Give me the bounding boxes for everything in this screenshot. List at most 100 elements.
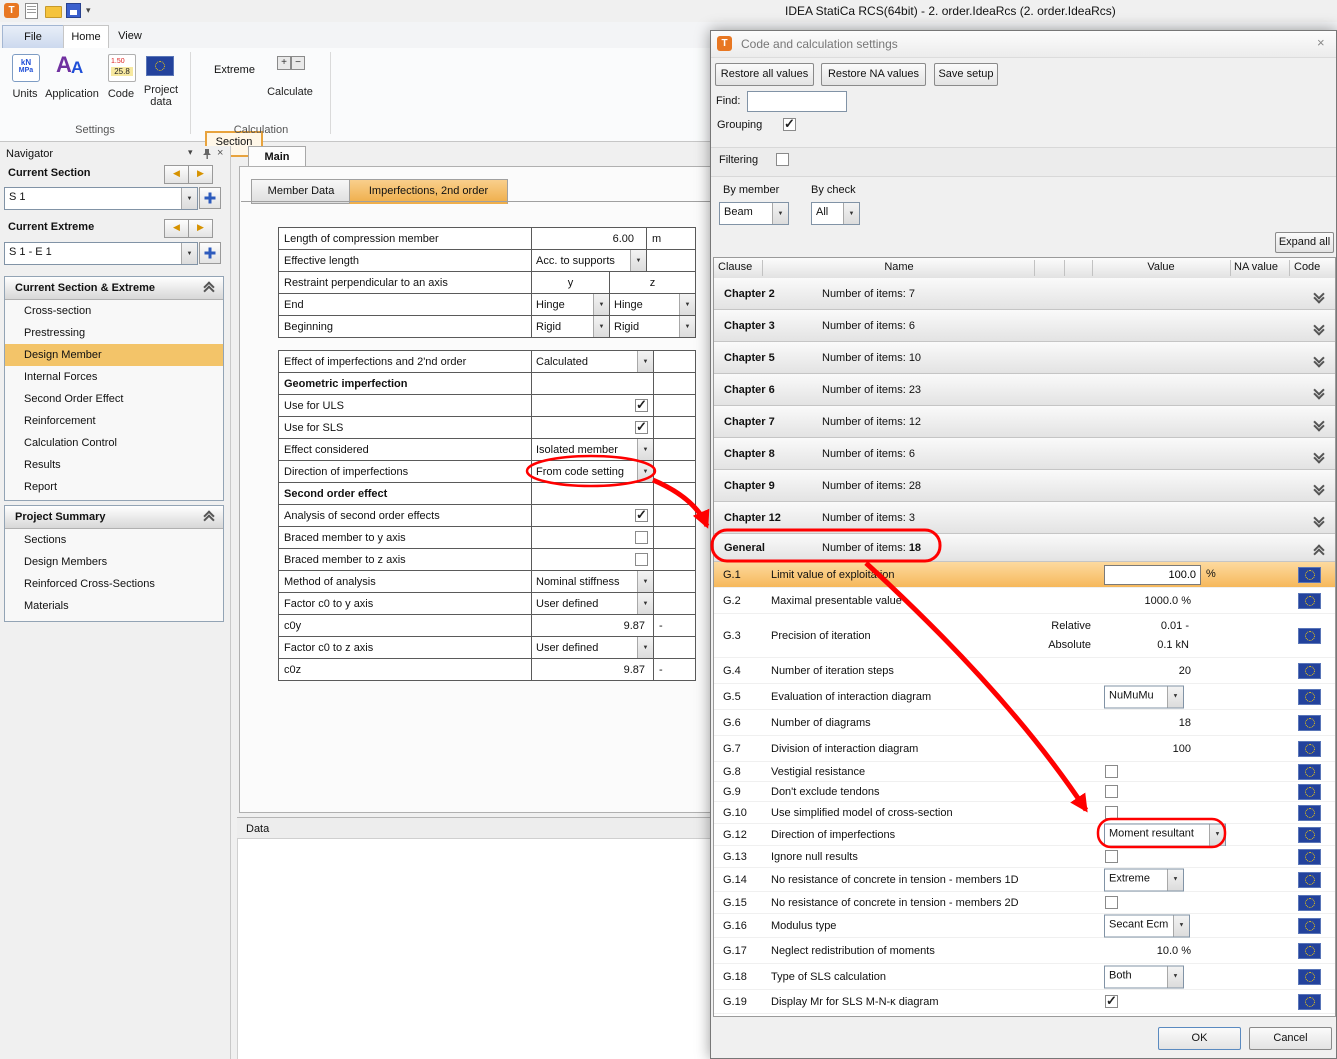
setting-row-g2[interactable]: G.2Maximal presentable value 1000.0 % [714, 588, 1335, 614]
chapter-row-6[interactable]: Chapter 6Number of items: 23 [714, 374, 1335, 406]
setting-row-g13[interactable]: G.13Ignore null results [714, 846, 1335, 868]
column-name[interactable]: Name [764, 261, 1034, 273]
column-code[interactable]: Code [1294, 261, 1320, 273]
navigator-close-icon[interactable]: × [217, 147, 223, 159]
sidebar-item-prestressing[interactable]: Prestressing [5, 322, 223, 344]
cancel-button[interactable]: Cancel [1249, 1027, 1332, 1050]
chapter-row-12[interactable]: Chapter 12Number of items: 3 [714, 502, 1335, 534]
effective-length-dropdown[interactable]: Acc. to supports [532, 250, 647, 272]
eu-flag-icon[interactable] [1298, 663, 1321, 679]
sls-calculation-dropdown[interactable]: Both [1104, 965, 1184, 988]
setting-row-g15[interactable]: G.15No resistance of concrete in tension… [714, 892, 1335, 914]
new-file-icon[interactable] [25, 3, 38, 19]
setting-row-g6[interactable]: G.6Number of diagrams 18 [714, 710, 1335, 736]
eu-flag-icon[interactable] [1298, 741, 1321, 757]
restore-all-values-button[interactable]: Restore all values [715, 63, 814, 86]
sidebar-item-cross-section[interactable]: Cross-section [5, 300, 223, 322]
chapter-row-7[interactable]: Chapter 7Number of items: 12 [714, 406, 1335, 438]
setting-value[interactable]: 1000.0 % [1145, 595, 1191, 607]
previous-section-button[interactable] [164, 165, 189, 184]
eu-flag-icon[interactable] [1298, 628, 1321, 644]
double-chevron-down-icon[interactable] [1315, 290, 1323, 298]
setting-row-g9[interactable]: G.9Don't exclude tendons [714, 782, 1335, 802]
factor-c0-y-dropdown[interactable]: User defined [532, 593, 654, 615]
end-z-dropdown[interactable]: Hinge [610, 294, 696, 316]
current-extreme-select[interactable]: S 1 - E 1 [4, 242, 198, 265]
grouping-checkbox[interactable] [783, 118, 796, 131]
sidebar-item-internal-forces[interactable]: Internal Forces [5, 366, 223, 388]
setting-row-g10[interactable]: G.10Use simplified model of cross-sectio… [714, 802, 1335, 824]
tab-home[interactable]: Home [63, 25, 109, 49]
units-button[interactable]: Units [4, 88, 46, 100]
restore-na-values-button[interactable]: Restore NA values [821, 63, 926, 86]
sidebar-item-sections[interactable]: Sections [5, 529, 223, 551]
double-chevron-up-icon[interactable] [205, 512, 213, 520]
expand-all-button[interactable]: Expand all [1275, 232, 1334, 253]
quick-access-caret-icon[interactable] [86, 4, 91, 16]
eu-flag-icon[interactable] [1298, 849, 1321, 865]
sidebar-item-design-members[interactable]: Design Members [5, 551, 223, 573]
setting-row-g12[interactable]: G.12Direction of imperfections Moment re… [714, 824, 1335, 846]
previous-extreme-button[interactable] [164, 219, 189, 238]
chapter-row-3[interactable]: Chapter 3Number of items: 6 [714, 310, 1335, 342]
filtering-checkbox[interactable] [776, 153, 789, 166]
modulus-type-dropdown[interactable]: Secant Ecm [1104, 914, 1190, 937]
setting-value[interactable]: 10.0 % [1157, 945, 1191, 957]
chapter-row-5[interactable]: Chapter 5Number of items: 10 [714, 342, 1335, 374]
tab-view[interactable]: View [108, 25, 152, 47]
sidebar-item-report[interactable]: Report [5, 476, 223, 498]
tab-main[interactable]: Main [248, 146, 306, 168]
save-icon[interactable] [66, 3, 81, 18]
setting-row-g14[interactable]: G.14No resistance of concrete in tension… [714, 868, 1335, 892]
no-tension-2d-checkbox[interactable] [1105, 896, 1118, 909]
analysis-checkbox[interactable] [635, 509, 648, 522]
setting-row-g7[interactable]: G.7Division of interaction diagram 100 [714, 736, 1335, 762]
code-button[interactable]: Code [104, 88, 138, 100]
eu-flag-icon[interactable] [1298, 895, 1321, 911]
dialog-title-bar[interactable]: T Code and calculation settings × [711, 31, 1336, 58]
eu-flag-icon[interactable] [1298, 872, 1321, 888]
setting-row-g5[interactable]: G.5Evaluation of interaction diagram NuM… [714, 684, 1335, 710]
end-y-dropdown[interactable]: Hinge [532, 294, 610, 316]
sls-checkbox[interactable] [635, 421, 648, 434]
c0z-value-cell[interactable]: 9.87 [532, 659, 654, 681]
eu-flag-icon[interactable] [1298, 918, 1321, 934]
setting-row-g4[interactable]: G.4Number of iteration steps 20 [714, 658, 1335, 684]
app-logo-icon[interactable]: T [4, 3, 19, 18]
setting-value[interactable]: 18 [1179, 717, 1191, 729]
save-setup-button[interactable]: Save setup [934, 63, 998, 86]
column-value[interactable]: Value [1092, 261, 1230, 273]
setting-row-g18[interactable]: G.18Type of SLS calculation Both [714, 964, 1335, 990]
no-tension-1d-dropdown[interactable]: Extreme [1104, 868, 1184, 891]
column-na-value[interactable]: NA value [1234, 261, 1278, 273]
eu-flag-icon[interactable] [1298, 827, 1321, 843]
eu-flag-icon[interactable] [1298, 689, 1321, 705]
chapter-row-8[interactable]: Chapter 8Number of items: 6 [714, 438, 1335, 470]
limit-exploitation-input[interactable] [1104, 565, 1201, 585]
chapter-row-general[interactable]: GeneralNumber of items: 18 [714, 534, 1335, 562]
extreme-button[interactable]: Extreme [214, 64, 255, 76]
eu-flag-icon[interactable] [1298, 715, 1321, 731]
double-chevron-down-icon[interactable] [1315, 354, 1323, 362]
chapter-row-9[interactable]: Chapter 9Number of items: 28 [714, 470, 1335, 502]
setting-row-g8[interactable]: G.8Vestigial resistance [714, 762, 1335, 782]
eu-flag-icon[interactable] [1298, 994, 1321, 1010]
double-chevron-up-icon[interactable] [205, 283, 213, 291]
current-section-select[interactable]: S 1 [4, 187, 198, 210]
effect-considered-dropdown[interactable]: Isolated member [532, 439, 654, 461]
interaction-diagram-dropdown[interactable]: NuMuMu [1104, 685, 1184, 708]
tab-file[interactable]: File [2, 25, 64, 49]
next-section-button[interactable] [188, 165, 213, 184]
c0y-value-cell[interactable]: 9.87 [532, 615, 654, 637]
open-folder-icon[interactable] [45, 6, 62, 18]
direction-of-imperfections-dropdown[interactable]: From code setting [532, 461, 654, 483]
beginning-y-dropdown[interactable]: Rigid [532, 316, 610, 338]
factor-c0-z-dropdown[interactable]: User defined [532, 637, 654, 659]
by-check-select[interactable]: All [811, 202, 860, 225]
section-extreme-group-header[interactable]: Current Section & Extreme [5, 277, 223, 300]
add-extreme-button[interactable] [199, 242, 221, 264]
setting-row-g3[interactable]: G.3Precision of iteration Relative 0.01 … [714, 614, 1335, 658]
setting-row-g1[interactable]: G.1Limit value of exploitation % [714, 562, 1335, 588]
direction-of-imperfections-dropdown[interactable]: Moment resultant [1104, 823, 1226, 846]
sidebar-item-results[interactable]: Results [5, 454, 223, 476]
